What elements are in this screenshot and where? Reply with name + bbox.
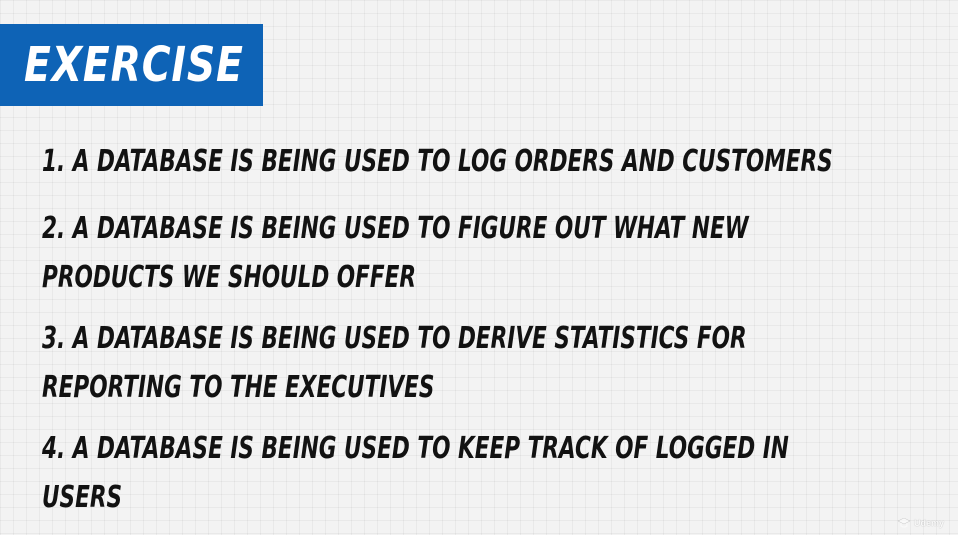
exercise-item-1: 1. A DATABASE IS BEING USED TO LOG ORDER… xyxy=(42,137,833,186)
exercise-item-2-line-1: 2. A DATABASE IS BEING USED TO FIGURE OU… xyxy=(42,211,749,246)
exercise-item-3: 3. A DATABASE IS BEING USED TO DERIVE ST… xyxy=(42,314,747,412)
exercise-item-3-line-1: 3. A DATABASE IS BEING USED TO DERIVE ST… xyxy=(42,321,747,356)
exercise-item-2: 2. A DATABASE IS BEING USED TO FIGURE OU… xyxy=(42,204,749,302)
exercise-item-1-line-1: 1. A DATABASE IS BEING USED TO LOG ORDER… xyxy=(42,144,833,179)
exercise-item-4: 4. A DATABASE IS BEING USED TO KEEP TRAC… xyxy=(42,424,789,522)
exercise-item-3-line-2: REPORTING TO THE EXECUTIVES xyxy=(42,370,435,405)
exercise-item-4-line-1: 4. A DATABASE IS BEING USED TO KEEP TRAC… xyxy=(42,431,789,466)
udemy-logo-icon xyxy=(897,518,910,528)
watermark-text: Udemy xyxy=(913,518,944,528)
page-title: EXERCISE xyxy=(24,37,244,93)
exercise-item-4-line-2: USERS xyxy=(42,480,123,515)
exercise-item-2-line-2: PRODUCTS WE SHOULD OFFER xyxy=(42,260,417,295)
udemy-watermark: Udemy xyxy=(897,518,944,528)
title-banner: EXERCISE xyxy=(0,24,263,106)
